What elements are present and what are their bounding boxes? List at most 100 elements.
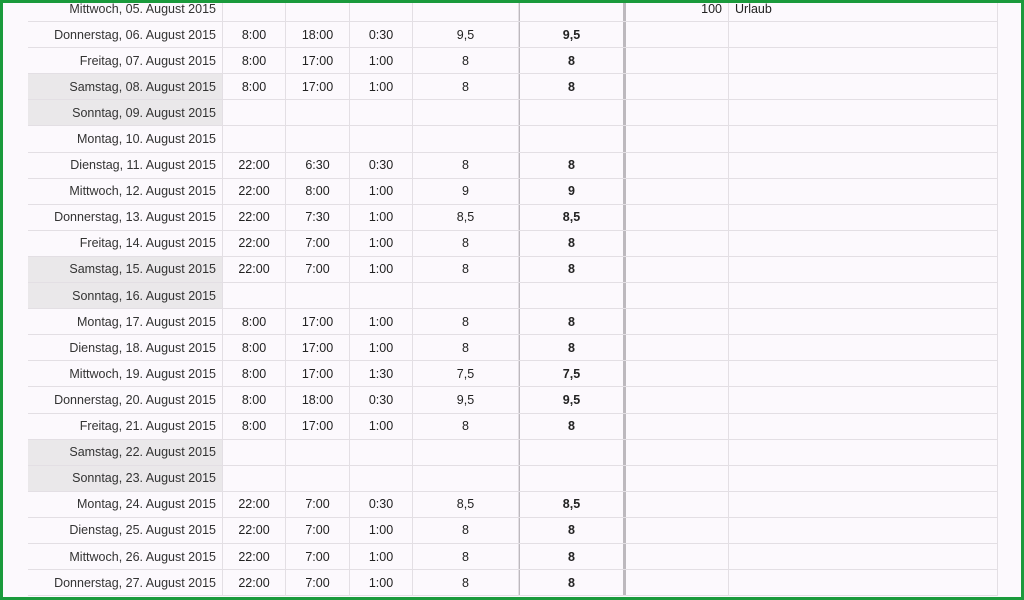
total-hours-cell[interactable]: 8 [519, 152, 625, 178]
start-time-cell[interactable]: 8:00 [223, 22, 286, 48]
date-cell[interactable]: Sonntag, 16. August 2015 [28, 283, 223, 309]
start-time-cell[interactable] [223, 3, 286, 22]
start-time-cell[interactable]: 22:00 [223, 543, 286, 570]
start-time-cell[interactable] [223, 439, 286, 465]
hours-cell[interactable] [413, 126, 519, 152]
hours-cell[interactable]: 8,5 [413, 491, 519, 517]
total-hours-cell[interactable] [519, 100, 625, 126]
note-cell[interactable] [729, 256, 998, 283]
date-cell[interactable]: Donnerstag, 13. August 2015 [28, 204, 223, 230]
end-time-cell[interactable]: 7:00 [286, 570, 350, 596]
end-time-cell[interactable]: 18:00 [286, 387, 350, 413]
end-time-cell[interactable]: 17:00 [286, 361, 350, 387]
total-hours-cell[interactable]: 8 [519, 256, 625, 283]
hours-cell[interactable]: 9,5 [413, 22, 519, 48]
hours-cell[interactable]: 8 [413, 543, 519, 570]
start-time-cell[interactable] [223, 126, 286, 152]
date-cell[interactable]: Mittwoch, 05. August 2015 [28, 3, 223, 22]
extra-value-cell[interactable] [625, 100, 729, 126]
extra-value-cell[interactable] [625, 204, 729, 230]
total-hours-cell[interactable]: 8 [519, 543, 625, 570]
start-time-cell[interactable]: 22:00 [223, 570, 286, 596]
pause-cell[interactable]: 1:00 [350, 178, 413, 204]
date-cell[interactable]: Freitag, 21. August 2015 [28, 413, 223, 439]
extra-value-cell[interactable] [625, 256, 729, 283]
end-time-cell[interactable] [286, 3, 350, 22]
date-cell[interactable]: Dienstag, 18. August 2015 [28, 335, 223, 361]
pause-cell[interactable] [350, 465, 413, 491]
date-cell[interactable]: Mittwoch, 26. August 2015 [28, 543, 223, 570]
pause-cell[interactable] [350, 283, 413, 309]
hours-cell[interactable] [413, 283, 519, 309]
note-cell[interactable] [729, 570, 998, 596]
hours-cell[interactable]: 8 [413, 309, 519, 335]
total-hours-cell[interactable]: 9,5 [519, 387, 625, 413]
end-time-cell[interactable]: 7:00 [286, 256, 350, 283]
date-cell[interactable]: Mittwoch, 19. August 2015 [28, 361, 223, 387]
extra-value-cell[interactable] [625, 335, 729, 361]
hours-cell[interactable]: 8 [413, 256, 519, 283]
end-time-cell[interactable]: 7:00 [286, 517, 350, 543]
extra-value-cell[interactable] [625, 22, 729, 48]
pause-cell[interactable]: 1:00 [350, 517, 413, 543]
pause-cell[interactable]: 1:00 [350, 570, 413, 596]
date-cell[interactable]: Samstag, 15. August 2015 [28, 256, 223, 283]
start-time-cell[interactable]: 8:00 [223, 387, 286, 413]
end-time-cell[interactable]: 17:00 [286, 335, 350, 361]
start-time-cell[interactable]: 8:00 [223, 335, 286, 361]
note-cell[interactable] [729, 361, 998, 387]
pause-cell[interactable] [350, 439, 413, 465]
extra-value-cell[interactable] [625, 570, 729, 596]
total-hours-cell[interactable] [519, 3, 625, 22]
extra-value-cell[interactable] [625, 439, 729, 465]
pause-cell[interactable]: 0:30 [350, 152, 413, 178]
start-time-cell[interactable]: 8:00 [223, 74, 286, 100]
extra-value-cell[interactable] [625, 543, 729, 570]
date-cell[interactable]: Sonntag, 23. August 2015 [28, 465, 223, 491]
date-cell[interactable]: Dienstag, 25. August 2015 [28, 517, 223, 543]
hours-cell[interactable] [413, 3, 519, 22]
date-cell[interactable]: Freitag, 07. August 2015 [28, 48, 223, 74]
pause-cell[interactable]: 1:00 [350, 230, 413, 256]
date-cell[interactable]: Dienstag, 11. August 2015 [28, 152, 223, 178]
total-hours-cell[interactable]: 9,5 [519, 22, 625, 48]
note-cell[interactable] [729, 283, 998, 309]
note-cell[interactable]: Urlaub [729, 3, 998, 22]
start-time-cell[interactable]: 8:00 [223, 361, 286, 387]
date-cell[interactable]: Donnerstag, 20. August 2015 [28, 387, 223, 413]
end-time-cell[interactable]: 6:30 [286, 152, 350, 178]
end-time-cell[interactable]: 8:00 [286, 178, 350, 204]
pause-cell[interactable]: 1:00 [350, 335, 413, 361]
pause-cell[interactable]: 1:00 [350, 204, 413, 230]
total-hours-cell[interactable]: 8 [519, 413, 625, 439]
hours-cell[interactable]: 9,5 [413, 387, 519, 413]
total-hours-cell[interactable] [519, 465, 625, 491]
end-time-cell[interactable]: 17:00 [286, 74, 350, 100]
end-time-cell[interactable] [286, 126, 350, 152]
total-hours-cell[interactable]: 8 [519, 74, 625, 100]
hours-cell[interactable] [413, 439, 519, 465]
hours-cell[interactable]: 8 [413, 517, 519, 543]
extra-value-cell[interactable] [625, 178, 729, 204]
note-cell[interactable] [729, 230, 998, 256]
end-time-cell[interactable]: 7:30 [286, 204, 350, 230]
extra-value-cell[interactable] [625, 517, 729, 543]
pause-cell[interactable]: 1:00 [350, 48, 413, 74]
start-time-cell[interactable]: 22:00 [223, 230, 286, 256]
note-cell[interactable] [729, 100, 998, 126]
end-time-cell[interactable] [286, 465, 350, 491]
pause-cell[interactable]: 1:00 [350, 74, 413, 100]
extra-value-cell[interactable] [625, 309, 729, 335]
start-time-cell[interactable]: 22:00 [223, 517, 286, 543]
note-cell[interactable] [729, 152, 998, 178]
total-hours-cell[interactable] [519, 126, 625, 152]
end-time-cell[interactable] [286, 100, 350, 126]
note-cell[interactable] [729, 465, 998, 491]
hours-cell[interactable] [413, 100, 519, 126]
total-hours-cell[interactable]: 8 [519, 335, 625, 361]
extra-value-cell[interactable] [625, 126, 729, 152]
total-hours-cell[interactable]: 9 [519, 178, 625, 204]
date-cell[interactable]: Montag, 17. August 2015 [28, 309, 223, 335]
end-time-cell[interactable]: 17:00 [286, 48, 350, 74]
start-time-cell[interactable] [223, 283, 286, 309]
